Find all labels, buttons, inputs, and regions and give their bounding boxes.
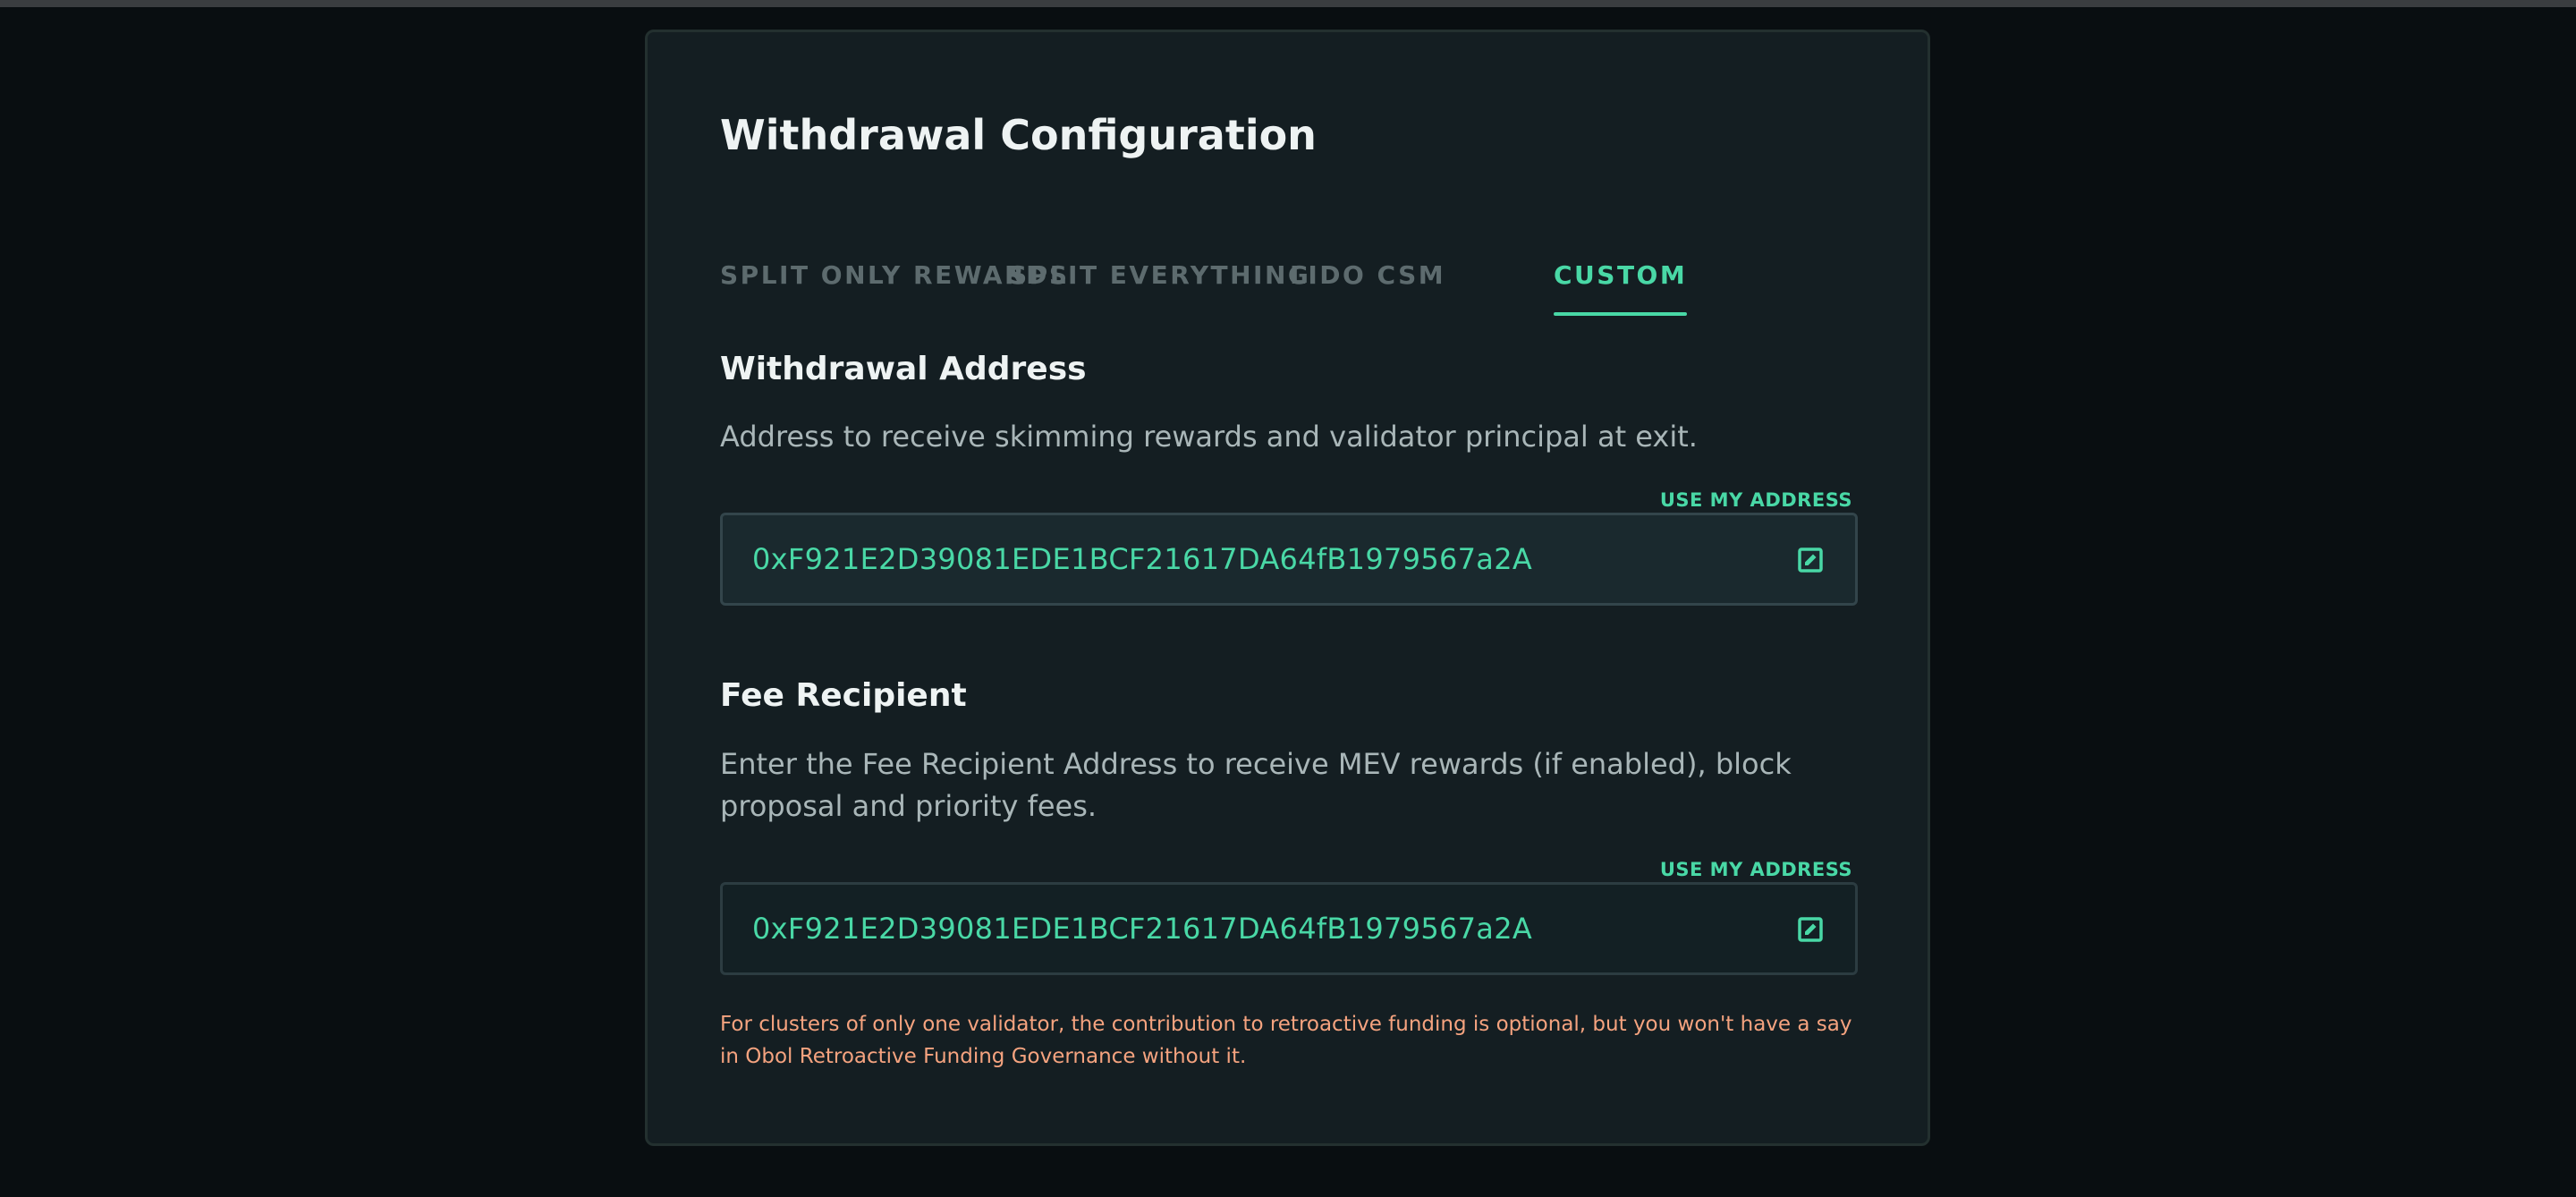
withdrawal-address-field[interactable]: 0xF921E2D39081EDE1BCF21617DA64fB1979567a… [720, 513, 1858, 606]
fee-recipient-value[interactable]: 0xF921E2D39081EDE1BCF21617DA64fB1979567a… [752, 885, 1532, 972]
retroactive-funding-note: For clusters of only one validator, the … [720, 1013, 1852, 1068]
active-tab-indicator [1554, 312, 1688, 316]
withdrawal-use-my-address-button[interactable]: USE MY ADDRESS [1660, 488, 1852, 513]
fee-recipient-field[interactable]: 0xF921E2D39081EDE1BCF21617DA64fB1979567a… [720, 882, 1858, 975]
fee-recipient-description: Enter the Fee Recipient Address to recei… [720, 747, 1792, 823]
window-top-bar [0, 0, 2576, 7]
withdrawal-address-value[interactable]: 0xF921E2D39081EDE1BCF21617DA64fB1979567a… [752, 515, 1532, 603]
tab-lido-csm[interactable]: LIDO CSM [1290, 256, 1445, 320]
tab-custom[interactable]: CUSTOM [1554, 256, 1688, 320]
withdrawal-address-title: Withdrawal Address [720, 351, 1087, 387]
edit-icon[interactable] [1798, 917, 1823, 942]
withdrawal-configuration-card: Withdrawal Configuration SPLIT ONLY REWA… [645, 30, 1930, 1146]
tab-split-everything[interactable]: SPLIT EVERYTHING [1009, 256, 1310, 320]
fee-recipient-title: Fee Recipient [720, 677, 967, 714]
fee-recipient-use-my-address-button[interactable]: USE MY ADDRESS [1660, 857, 1852, 882]
tab-custom-label: CUSTOM [1554, 260, 1688, 290]
card-title: Withdrawal Configuration [720, 111, 1317, 159]
withdrawal-address-description: Address to receive skimming rewards and … [720, 420, 1698, 454]
edit-icon[interactable] [1798, 548, 1823, 573]
